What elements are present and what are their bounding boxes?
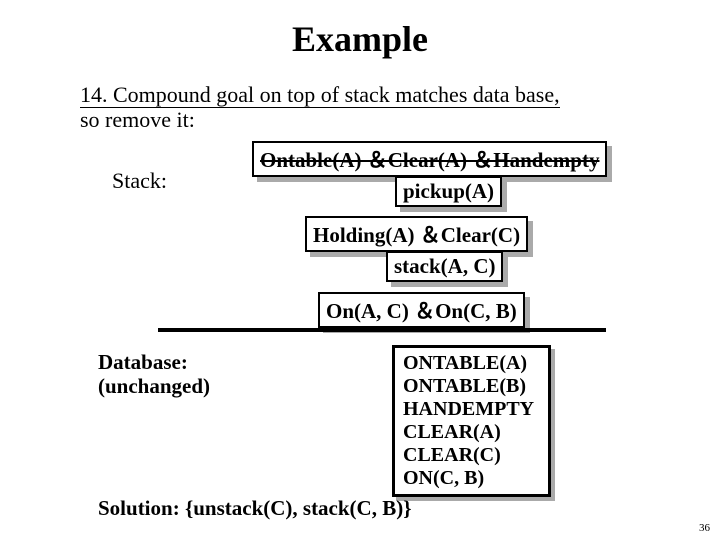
step-line2: so remove it: xyxy=(80,107,195,132)
stack-pickup: pickup(A) xyxy=(395,176,502,207)
step-text: 14. Compound goal on top of stack matche… xyxy=(80,82,640,133)
step-line1: 14. Compound goal on top of stack matche… xyxy=(80,82,560,108)
stack-onac: On(A, C) ＆On(C, B) xyxy=(318,292,525,328)
db-fact: CLEAR(C) xyxy=(403,444,534,467)
stack-holding: Holding(A) ＆Clear(C) xyxy=(305,216,528,252)
db-fact: ONTABLE(B) xyxy=(403,375,534,398)
stack-base-bar xyxy=(158,328,606,332)
stack-stackac: stack(A, C) xyxy=(386,251,503,282)
solution-text: Solution: {unstack(C), stack(C, B)} xyxy=(98,496,412,521)
stack-label: Stack: xyxy=(112,168,167,194)
page-title: Example xyxy=(0,18,720,60)
slide: Example 14. Compound goal on top of stac… xyxy=(0,0,720,540)
db-fact: CLEAR(A) xyxy=(403,421,534,444)
stack-compound-goal: Ontable(A) ＆Clear(A) ＆Handempty xyxy=(252,141,607,177)
database-box: ONTABLE(A) ONTABLE(B) HANDEMPTY CLEAR(A)… xyxy=(392,345,551,497)
page-number: 36 xyxy=(699,522,710,534)
database-label-2: (unchanged) xyxy=(98,374,210,398)
db-fact: HANDEMPTY xyxy=(403,398,534,421)
database-label-1: Database: xyxy=(98,350,188,374)
db-fact: ONTABLE(A) xyxy=(403,352,534,375)
database-label: Database: (unchanged) xyxy=(98,350,210,398)
db-fact: ON(C, B) xyxy=(403,467,534,490)
